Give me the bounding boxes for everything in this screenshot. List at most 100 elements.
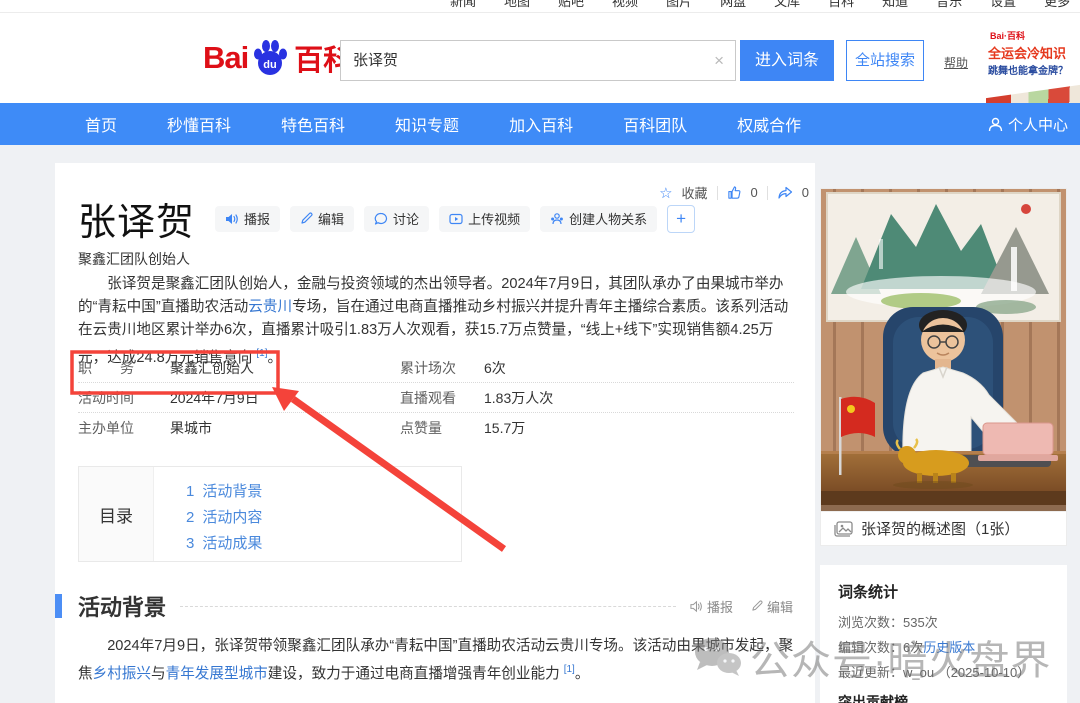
divider [0,12,1080,13]
divider [180,606,676,607]
image-caption-text: 张译贺的概述图（1张） [861,518,1019,539]
user-center-link[interactable]: 个人中心 [988,103,1068,145]
nav-item-team[interactable]: 百科团队 [623,112,687,136]
info-value: 果城市 [170,418,400,438]
divider [767,186,768,200]
top-link[interactable]: 音乐 [936,0,962,10]
section-paragraph: 2024年7月9日，张译贺带领聚鑫汇团队承办“青耘中国”直播助农活动云贵川专场。… [78,635,794,686]
info-value: 聚鑫汇创始人 [170,358,400,378]
search-value: 张译贺 [353,41,398,80]
image-caption[interactable]: 张译贺的概述图（1张） [821,511,1066,545]
people-relation-icon [550,212,564,226]
video-icon [449,212,463,226]
top-link[interactable]: 视频 [612,0,638,10]
info-label: 活动时间 [78,388,170,408]
top-link[interactable]: 文库 [774,0,800,10]
nav-item-tese[interactable]: 特色百科 [281,112,345,136]
reference-link[interactable]: [1] [564,664,575,675]
nav-item-join[interactable]: 加入百科 [509,112,573,136]
enter-entry-button[interactable]: 进入词条 [740,40,834,81]
overview-image-card: 张译贺的概述图（1张） [820,188,1067,546]
stats-title: 词条统计 [838,581,1049,602]
infobox-row: 活动时间 2024年7月9日 直播观看 1.83万人次 [78,383,794,413]
edit-label: 编辑 [318,209,344,228]
nav-item-home[interactable]: 首页 [85,112,117,136]
top-link[interactable]: 知道 [882,0,908,10]
top-link[interactable]: 新闻 [450,0,476,10]
info-label: 职 务 [78,358,170,378]
section-broadcast-button[interactable]: 播报 [690,597,733,616]
broadcast-label: 播报 [244,209,270,228]
site-search-button[interactable]: 全站搜索 [846,40,924,81]
section-header: 活动背景 播报 编辑 [55,591,815,621]
entry-stats-card: 词条统计 浏览次数：535次 编辑次数：6次历史版本 最近更新：w_ou （20… [820,565,1067,703]
create-relation-button[interactable]: 创建人物关系 [540,206,657,232]
baidu-paw-icon: du [249,37,291,79]
info-label: 主办单位 [78,418,170,438]
nav-item-zhishi[interactable]: 知识专题 [395,112,459,136]
portrait-photo[interactable] [821,189,1066,511]
broadcast-button[interactable]: 播报 [215,206,280,232]
baike-logo[interactable]: Bai du 百科 [203,37,352,79]
toc-label: 活动成果 [202,535,262,552]
top-link[interactable]: 百科 [828,0,854,10]
toc-label: 活动背景 [202,483,262,500]
upload-label: 上传视频 [468,209,520,228]
info-value: 15.7万 [484,418,794,438]
promo-banner[interactable]: Bai·百科 全运会冷知识 跳舞也能拿金牌？ [986,25,1080,115]
section-text: 。 [575,666,590,682]
top-link[interactable]: 设置 [990,0,1016,10]
section-text: 与 [151,666,166,682]
promo-subtitle: 跳舞也能拿金牌？ [988,62,1080,77]
header: Bai du 百科 张译贺 × 进入词条 全站搜索 帮助 Bai·百科 全运会 [0,13,1080,103]
like-count: 0 [751,185,758,200]
clear-search-icon[interactable]: × [714,41,724,80]
top-link[interactable]: 图片 [666,0,692,10]
speaker-icon [225,212,239,226]
upload-video-button[interactable]: 上传视频 [439,206,530,232]
promo-brand: Bai·百科 [990,29,1080,42]
top-link[interactable]: 贴吧 [558,0,584,10]
link-qingnianchengshi[interactable]: 青年发展型城市 [166,666,268,682]
nav-item-miaodong[interactable]: 秒懂百科 [167,112,231,136]
logo-bai-text: Bai [203,40,248,76]
toc-title: 目录 [79,467,154,561]
search-input[interactable]: 张译贺 × [340,40,736,81]
divider [717,186,718,200]
share-icon[interactable] [777,185,793,200]
section-edit-label: 编辑 [767,597,793,616]
info-value: 2024年7月9日 [170,388,400,408]
section-edit-button[interactable]: 编辑 [751,597,793,616]
toc-item-3[interactable]: 3活动成果 [186,531,461,557]
top-link[interactable]: 网盘 [720,0,746,10]
info-label: 累计场次 [400,358,484,378]
table-of-contents: 目录 1活动背景 2 活动内容 3活动成果 [78,466,462,562]
add-button[interactable]: + [667,205,695,233]
primary-nav: 首页 秒懂百科 特色百科 知识专题 加入百科 百科团队 权威合作 个人中心 [0,103,1080,145]
top-link[interactable]: 地图 [504,0,530,10]
toc-label: 活动内容 [202,509,262,526]
browser-top-links: 新闻 地图 贴吧 视频 图片 网盘 文库 百科 知道 音乐 设置 更多 [0,0,1080,12]
info-value: 6次 [484,358,794,378]
nav-item-coop[interactable]: 权威合作 [737,112,801,136]
toc-num: 2 [186,509,194,526]
stats-updated: 最近更新：w_ou （2025-10-10） [838,660,1049,685]
toc-item-1[interactable]: 1活动背景 [186,479,461,505]
info-value: 1.83万人次 [484,388,794,408]
history-versions-link[interactable]: 历史版本 [923,640,975,655]
edit-button[interactable]: 编辑 [290,206,354,232]
help-link[interactable]: 帮助 [944,54,968,71]
entry-card: ☆ 收藏 0 0 张译贺 播报 [55,163,815,703]
discuss-button[interactable]: 讨论 [364,206,429,232]
user-center-label: 个人中心 [1008,114,1068,135]
link-yunguichuan[interactable]: 云贵川 [248,299,292,315]
baike-page: 新闻 地图 贴吧 视频 图片 网盘 文库 百科 知道 音乐 设置 更多 Bai [0,0,1080,703]
infobox: 职 务 聚鑫汇创始人 累计场次 6次 活动时间 2024年7月9日 直播观看 1… [78,353,794,442]
link-xiangcunzhenxing[interactable]: 乡村振兴 [93,666,151,682]
info-label: 点赞量 [400,418,484,438]
contributors-header[interactable]: 突出贡献榜 [838,692,1049,703]
top-link[interactable]: 更多 [1044,0,1070,10]
toc-item-2[interactable]: 2 活动内容 [186,505,461,531]
entry-subtitle: 聚鑫汇团队创始人 [78,249,190,269]
thumb-up-icon[interactable] [727,185,742,200]
